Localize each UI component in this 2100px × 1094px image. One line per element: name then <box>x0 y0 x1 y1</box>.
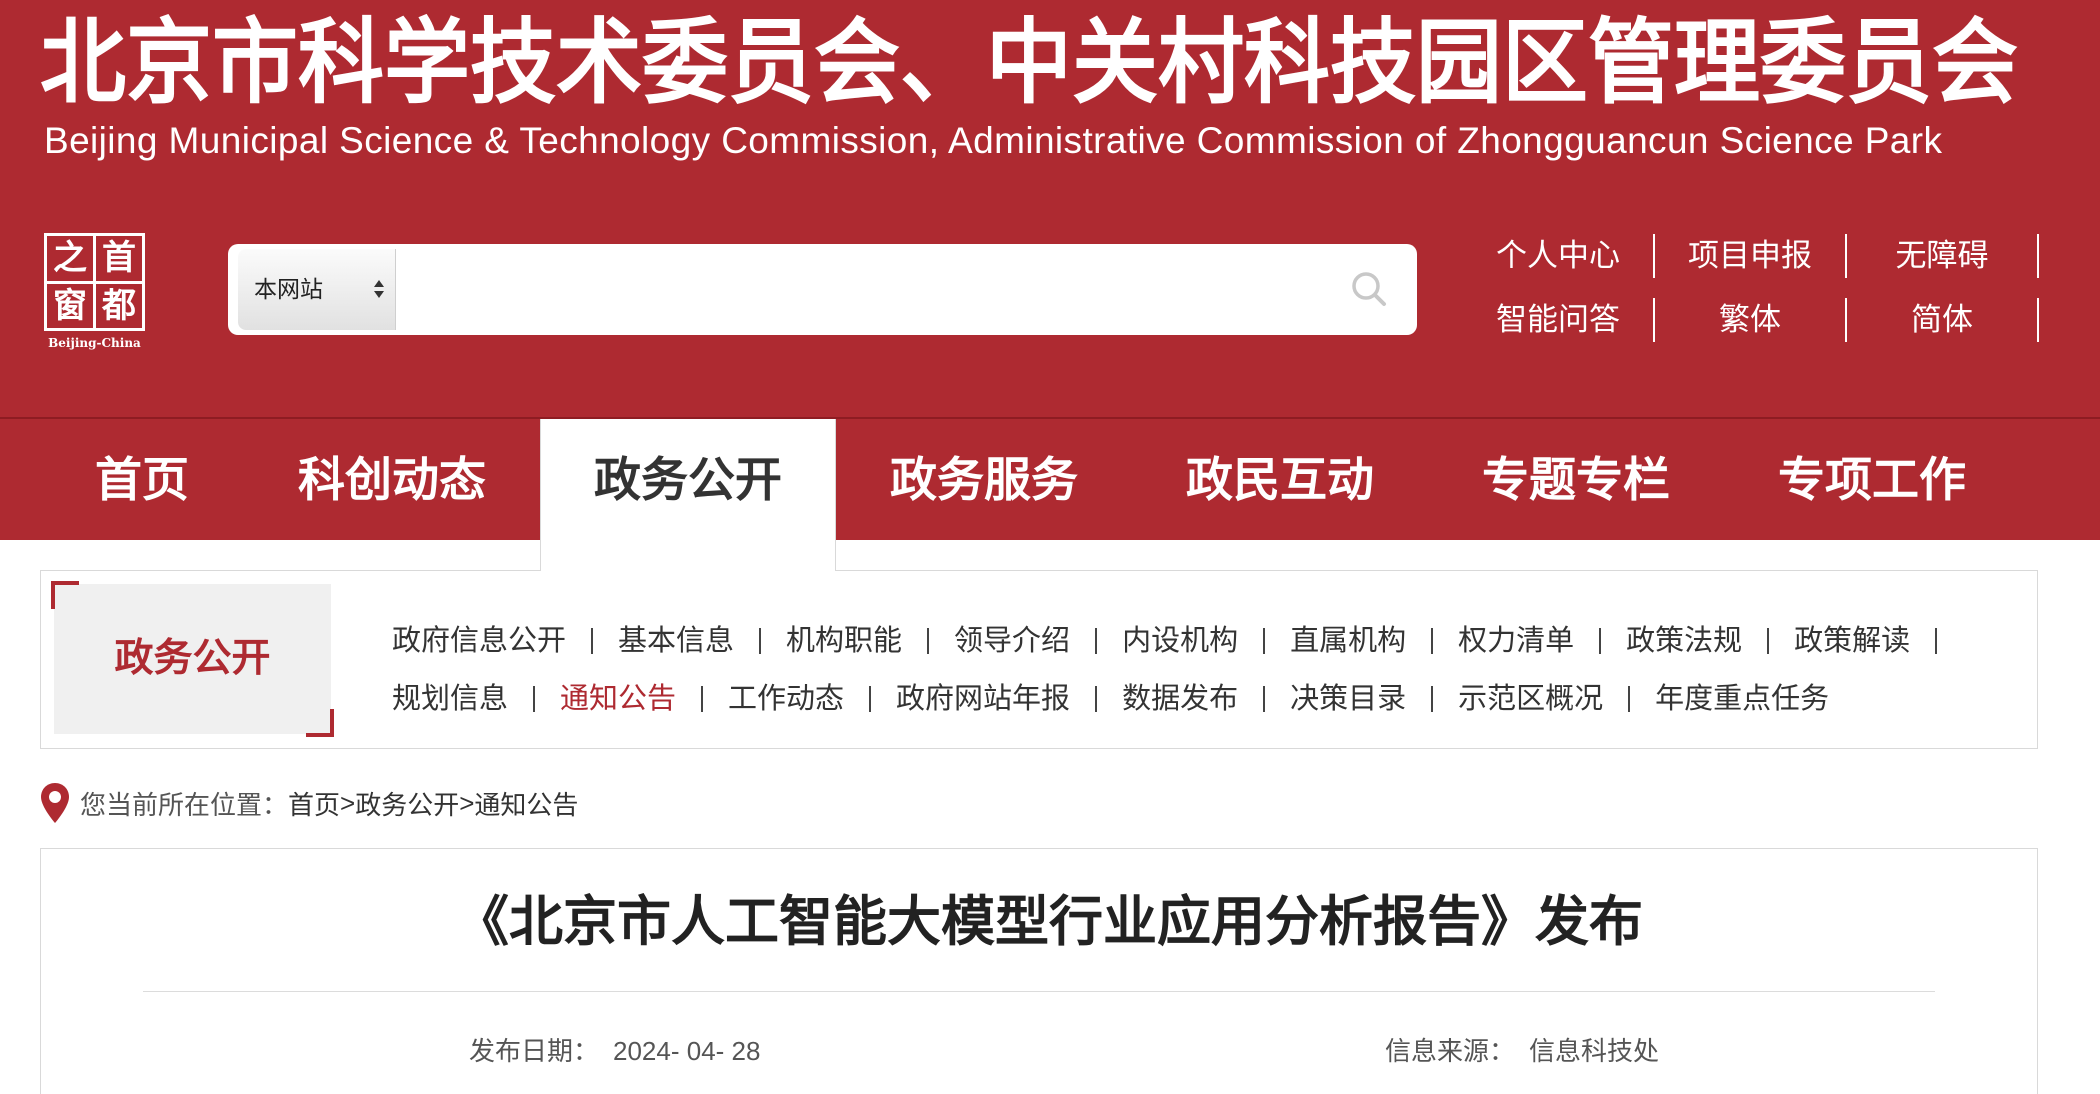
section-link-work-updates[interactable]: 工作动态 <box>728 670 844 728</box>
source-value: 信息科技处 <box>1529 1036 1660 1066</box>
link-separator <box>591 628 594 654</box>
link-separator <box>1431 686 1434 712</box>
site-header: 北京市科学技术委员会、中关村科技园区管理委员会 Beijing Municipa… <box>0 0 2100 417</box>
top-link-project-application[interactable]: 项目申报 <box>1655 234 1847 278</box>
link-separator <box>1628 686 1631 712</box>
site-title-english: Beijing Municipal Science & Technology C… <box>44 120 1943 161</box>
top-link-simplified-chinese[interactable]: 简体 <box>1847 298 2039 342</box>
breadcrumb: 您当前所在位置： 首页 > 政务公开 > 通知公告 <box>40 781 578 825</box>
section-link-decision-catalog[interactable]: 决策目录 <box>1290 670 1406 728</box>
section-link-planning-info[interactable]: 规划信息 <box>392 670 508 728</box>
beijing-china-logo[interactable]: 之 首 窗 都 Beijing-China <box>44 233 145 351</box>
section-link-internal-departments[interactable]: 内设机构 <box>1122 612 1238 670</box>
section-link-affiliated-institutions[interactable]: 直属机构 <box>1290 612 1406 670</box>
section-link-notices[interactable]: 通知公告 <box>560 670 676 728</box>
link-separator <box>1263 628 1266 654</box>
site-title-chinese: 北京市科学技术委员会、中关村科技园区管理委员会 <box>40 11 2018 115</box>
source-label: 信息来源： <box>1385 1036 1516 1066</box>
link-separator <box>759 628 762 654</box>
section-link-institutional-functions[interactable]: 机构职能 <box>786 612 902 670</box>
logo-mark: 之 首 窗 都 <box>44 233 145 331</box>
link-separator <box>1095 686 1098 712</box>
top-links-row: 个人中心 项目申报 无障碍 <box>1463 234 2039 278</box>
logo-char: 之 <box>47 236 93 281</box>
section-link-power-list[interactable]: 权力清单 <box>1458 612 1574 670</box>
nav-item-special-topics[interactable]: 专题专栏 <box>1428 419 1724 540</box>
section-link-policies-regulations[interactable]: 政策法规 <box>1626 612 1742 670</box>
search-scope-select[interactable]: 本网站 <box>238 249 396 330</box>
section-link-demo-zone-overview[interactable]: 示范区概况 <box>1458 670 1603 728</box>
top-link-smart-qa[interactable]: 智能问答 <box>1463 298 1655 342</box>
article-publish-date: 发布日期： 2024- 04- 28 <box>469 1029 760 1073</box>
breadcrumb-prefix: 您当前所在位置： <box>80 789 289 820</box>
search-icon <box>1352 272 1386 306</box>
page: 北京市科学技术委员会、中关村科技园区管理委员会 Beijing Municipa… <box>0 0 2100 1094</box>
article-source: 信息来源： 信息科技处 <box>1385 1029 1659 1073</box>
breadcrumb-separator: > <box>459 787 475 818</box>
section-link-government-info-disclosure[interactable]: 政府信息公开 <box>392 612 566 670</box>
main-nav: 首页 科创动态 政务公开 政务服务 政民互动 专题专栏 专项工作 <box>0 417 2100 571</box>
link-separator <box>1599 628 1602 654</box>
link-separator <box>1431 628 1434 654</box>
search-scope-label: 本网站 <box>254 276 323 302</box>
section-link-website-annual-report[interactable]: 政府网站年报 <box>896 670 1070 728</box>
breadcrumb-home[interactable]: 首页 <box>288 785 340 822</box>
section-label-box: 政务公开 <box>51 581 334 737</box>
article: 《北京市人工智能大模型行业应用分析报告》发布 发布日期： 2024- 04- 28… <box>40 848 2038 1094</box>
breadcrumb-separator: > <box>340 787 356 818</box>
section-link-leadership[interactable]: 领导介绍 <box>954 612 1070 670</box>
location-pin-icon <box>41 783 69 823</box>
link-separator <box>869 686 872 712</box>
link-separator <box>927 628 930 654</box>
nav-item-government-services[interactable]: 政务服务 <box>836 419 1132 540</box>
select-arrows-icon <box>374 280 384 298</box>
publish-date-value: 2024- 04- 28 <box>613 1036 761 1066</box>
section-link-annual-key-tasks[interactable]: 年度重点任务 <box>1655 670 1829 728</box>
logo-char: 首 <box>96 236 142 281</box>
logo-char: 都 <box>96 283 142 328</box>
logo-caption: Beijing-China <box>48 336 141 350</box>
nav-item-government-affairs[interactable]: 政务公开 <box>540 419 836 571</box>
breadcrumb-government-affairs[interactable]: 政务公开 <box>355 785 459 822</box>
section-link-basic-info[interactable]: 基本信息 <box>618 612 734 670</box>
link-separator <box>1095 628 1098 654</box>
link-separator <box>1263 686 1266 712</box>
search-button[interactable] <box>1347 267 1391 311</box>
main-nav-list: 首页 科创动态 政务公开 政务服务 政民互动 专题专栏 专项工作 <box>40 419 2020 571</box>
article-divider <box>143 991 1935 992</box>
nav-item-home[interactable]: 首页 <box>40 419 244 540</box>
publish-date-label: 发布日期： <box>469 1036 600 1066</box>
top-links-row: 智能问答 繁体 简体 <box>1463 298 2039 342</box>
section-links: 政府信息公开 基本信息 机构职能 领导介绍 内设机构 直属机构 权力清单 政策法… <box>392 612 1962 728</box>
top-link-personal-center[interactable]: 个人中心 <box>1463 234 1655 278</box>
section-subnav: 政务公开 政府信息公开 基本信息 机构职能 领导介绍 内设机构 直属机构 权力清… <box>40 570 2038 749</box>
link-separator <box>533 686 536 712</box>
section-links-row: 规划信息 通知公告 工作动态 政府网站年报 数据发布 决策目录 示范区概况 年度… <box>392 670 1962 728</box>
link-separator <box>1767 628 1770 654</box>
link-separator <box>1935 628 1938 654</box>
section-links-row: 政府信息公开 基本信息 机构职能 领导介绍 内设机构 直属机构 权力清单 政策法… <box>392 612 1962 670</box>
link-separator <box>701 686 704 712</box>
top-links: 个人中心 项目申报 无障碍 智能问答 繁体 简体 <box>1463 234 2039 342</box>
section-link-policy-interpretation[interactable]: 政策解读 <box>1794 612 1910 670</box>
search-input[interactable] <box>404 254 1324 325</box>
nav-item-innovation-news[interactable]: 科创动态 <box>244 419 540 540</box>
section-link-data-release[interactable]: 数据发布 <box>1122 670 1238 728</box>
nav-item-public-interaction[interactable]: 政民互动 <box>1132 419 1428 540</box>
top-link-accessibility[interactable]: 无障碍 <box>1847 234 2039 278</box>
article-title: 《北京市人工智能大模型行业应用分析报告》发布 <box>455 892 1643 952</box>
nav-item-special-work[interactable]: 专项工作 <box>1724 419 2020 540</box>
logo-char: 窗 <box>47 283 93 328</box>
top-link-traditional-chinese[interactable]: 繁体 <box>1655 298 1847 342</box>
search-bar: 本网站 <box>228 244 1417 335</box>
breadcrumb-notices[interactable]: 通知公告 <box>474 785 578 822</box>
section-title: 政务公开 <box>114 637 271 680</box>
